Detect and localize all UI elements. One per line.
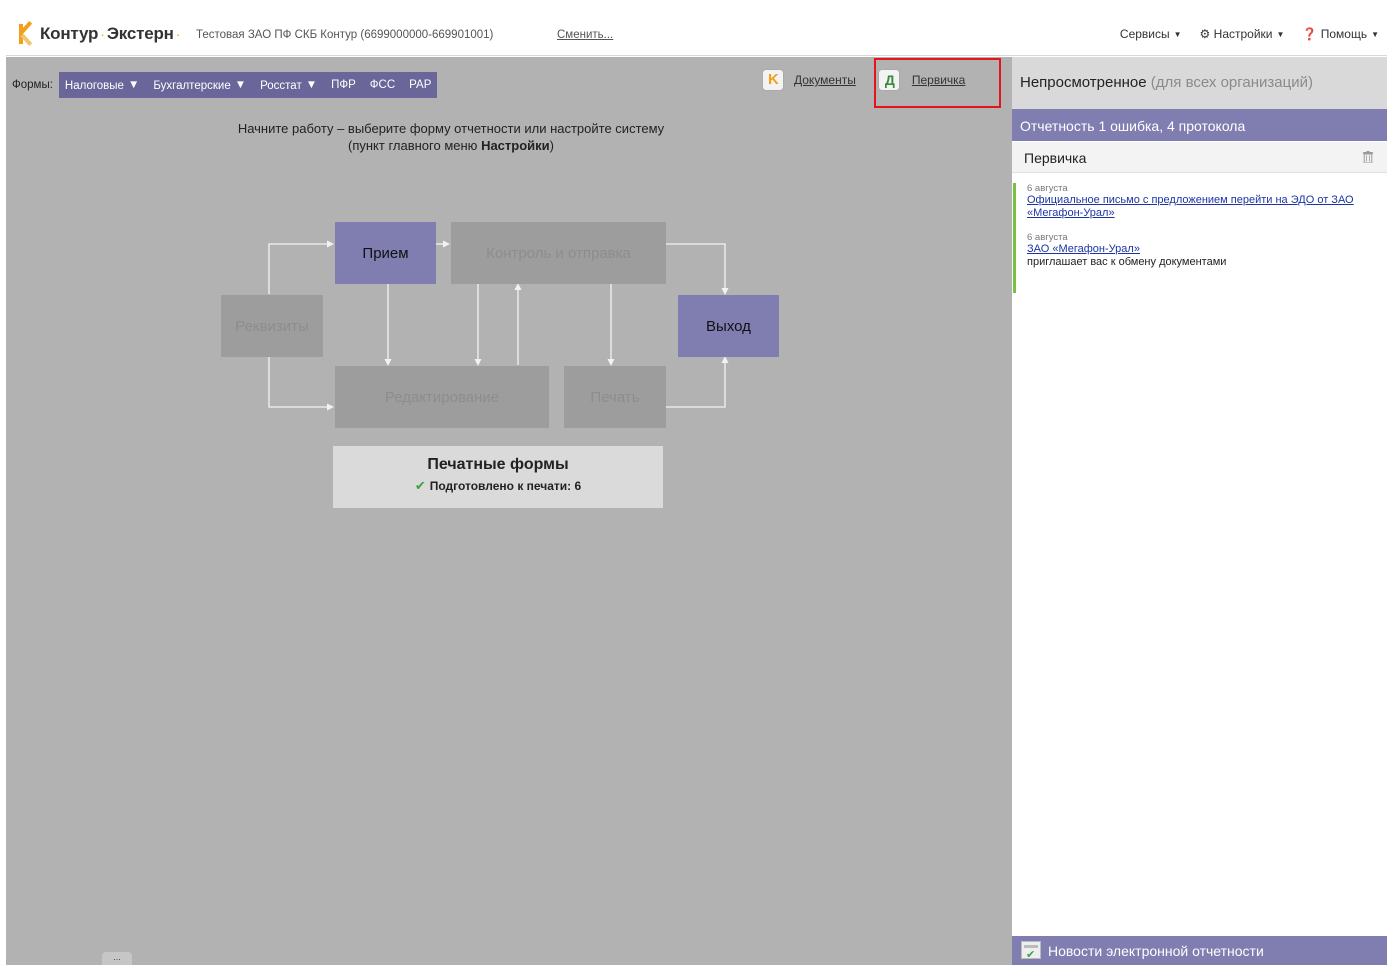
kontur-extern-logo[interactable]: Контур · Экстерн · — [16, 21, 182, 47]
settings-hint-bold: Настройки — [481, 138, 550, 153]
services-label: Сервисы — [1119, 27, 1170, 41]
forms-item-tax[interactable]: Налоговые ▼ — [65, 79, 139, 92]
reception-step[interactable]: Прием — [335, 222, 436, 284]
message-link[interactable]: ЗАО «Мегафон-Урал» — [1027, 243, 1373, 256]
unread-title: Непросмотренное — [1020, 74, 1147, 91]
trash-icon[interactable] — [1363, 151, 1373, 163]
bottom-collapse-tab[interactable]: ... — [102, 952, 132, 965]
forms-menu-bar: Налоговые ▼ Бухгалтерские ▼ Росстат ▼ ПФР Ф… — [58, 72, 438, 98]
checkmark-icon: ✔ — [414, 478, 426, 493]
forms-item-label: Бухгалтерские — [153, 79, 231, 92]
primary-section-header: Первичка — [1012, 142, 1387, 173]
chevron-down-icon: ▼ — [305, 78, 318, 91]
unread-panel: Непросмотренное (для всех организаций) О… — [1012, 57, 1387, 965]
unread-messages-list: 6 августа Официальное письмо с предложен… — [1013, 183, 1373, 293]
intro-line-2-suffix: ) — [549, 138, 554, 153]
red-highlight-frame — [874, 58, 1001, 108]
intro-line-2-prefix: (пункт главного меню — [348, 138, 478, 153]
forms-item-label: Налоговые — [64, 79, 124, 92]
exit-step[interactable]: Выход — [678, 295, 779, 357]
reporting-news-label: Новости электронной отчетности — [1048, 943, 1264, 959]
forms-item-pfr[interactable]: ПФР — [331, 79, 356, 91]
chevron-down-icon: ▼ — [234, 78, 247, 91]
intro-hint: Начните работу – выберите форму отчетнос… — [206, 120, 696, 154]
gear-icon: ⚙ — [1199, 27, 1211, 41]
control-and-send-step[interactable]: Контроль и отправка — [451, 222, 666, 284]
chevron-down-icon: ▼ — [1371, 30, 1379, 39]
logo-text-extern: Экстерн — [106, 24, 174, 43]
work-area: Формы: Налоговые ▼ Бухгалтерские ▼ Росстат… — [6, 57, 1012, 965]
logo-text-kontur: Контур — [40, 24, 99, 43]
editing-step[interactable]: Редактирование — [335, 366, 549, 428]
settings-menu[interactable]: ⚙ Настройки ▼ — [1200, 27, 1285, 41]
forms-item-rar[interactable]: РАР — [409, 79, 431, 91]
services-menu[interactable]: Сервисы ▼ — [1120, 27, 1182, 41]
documents-link-label: Документы — [794, 73, 856, 87]
change-organization-link[interactable]: Сменить... — [557, 29, 613, 41]
chevron-down-icon: ▼ — [127, 78, 140, 91]
forms-label: Формы: — [12, 79, 53, 91]
print-forms-status: ✔ Подготовлено к печати: 6 — [333, 478, 663, 494]
documents-link[interactable]: K Документы — [762, 69, 856, 91]
logo-separator: · — [100, 26, 105, 42]
forms-menu-row: Формы: Налоговые ▼ Бухгалтерские ▼ Росстат… — [12, 72, 438, 98]
print-step[interactable]: Печать — [564, 366, 666, 428]
requisites-step[interactable]: Реквизиты — [221, 295, 323, 357]
help-circle-icon: ❓ — [1302, 27, 1318, 41]
intro-line-1: Начните работу – выберите форму отчетнос… — [237, 121, 665, 136]
forms-item-fss[interactable]: ФСС — [370, 79, 395, 91]
reporting-errors-bar[interactable]: Отчетность 1 ошибка, 4 протокола — [1012, 109, 1387, 141]
kontur-logo-icon — [16, 21, 36, 46]
forms-item-accounting[interactable]: Бухгалтерские ▼ — [153, 79, 246, 92]
settings-label: Настройки — [1213, 27, 1273, 41]
list-item: 6 августа ЗАО «Мегафон-Урал» приглашает … — [1027, 232, 1373, 269]
message-date: 6 августа — [1027, 232, 1068, 243]
forms-item-label: Росстат — [260, 79, 302, 92]
list-item: 6 августа Официальное письмо с предложен… — [1027, 183, 1373, 220]
message-date: 6 августа — [1027, 183, 1068, 194]
unread-scope: (для всех организаций) — [1150, 74, 1313, 91]
kontur-documents-icon: K — [762, 69, 784, 91]
chevron-down-icon: ▼ — [1276, 30, 1285, 39]
forms-item-rosstat[interactable]: Росстат ▼ — [260, 79, 317, 92]
news-icon: ✔ — [1021, 941, 1041, 961]
print-forms-status-text: Подготовлено к печати: 6 — [429, 479, 582, 493]
help-label: Помощь — [1320, 27, 1368, 41]
help-menu[interactable]: ❓ Помощь ▼ — [1302, 27, 1379, 41]
print-forms-title: Печатные формы — [427, 456, 569, 473]
logo-separator-end: · — [175, 26, 181, 42]
organization-name: Тестовая ЗАО ПФ СКБ Контур (6699000000-6… — [196, 29, 494, 41]
top-menu: Сервисы ▼ ⚙ Настройки ▼ ❓ Помощь ▼ — [1120, 27, 1379, 41]
message-text: приглашает вас к обмену документами — [1027, 256, 1227, 268]
primary-section-title: Первичка — [1024, 150, 1087, 166]
message-link[interactable]: Официальное письмо с предложением перейт… — [1027, 194, 1373, 220]
top-header: Контур · Экстерн · Тестовая ЗАО ПФ СКБ К… — [6, 12, 1387, 56]
chevron-down-icon: ▼ — [1173, 30, 1182, 39]
intro-line-2: (пункт главного меню Настройки) — [206, 137, 696, 154]
print-forms-panel[interactable]: Печатные формы ✔ Подготовлено к печати: 6 — [333, 446, 663, 508]
reporting-news-bar[interactable]: ✔ Новости электронной отчетности — [1012, 936, 1387, 965]
unread-panel-header: Непросмотренное (для всех организаций) — [1012, 57, 1387, 109]
